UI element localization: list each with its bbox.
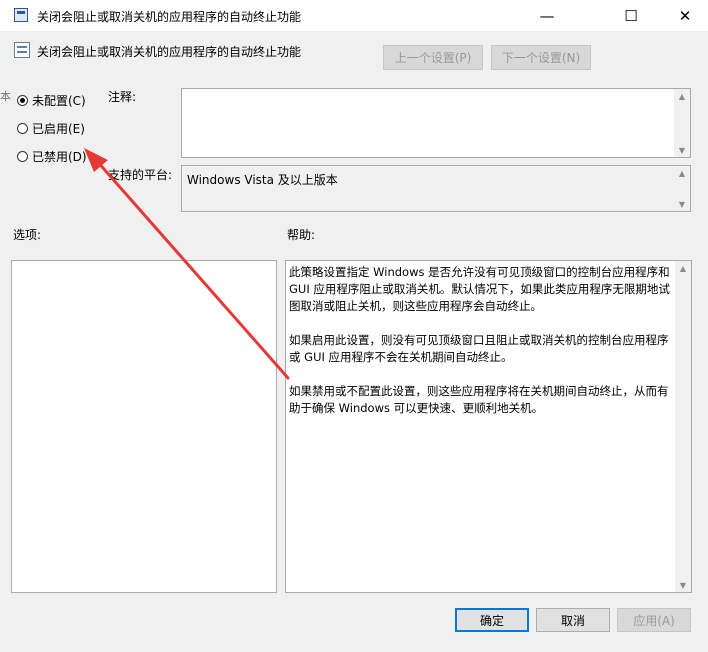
annotation-arrow-line (94, 158, 290, 380)
annotation-arrow (84, 148, 290, 380)
